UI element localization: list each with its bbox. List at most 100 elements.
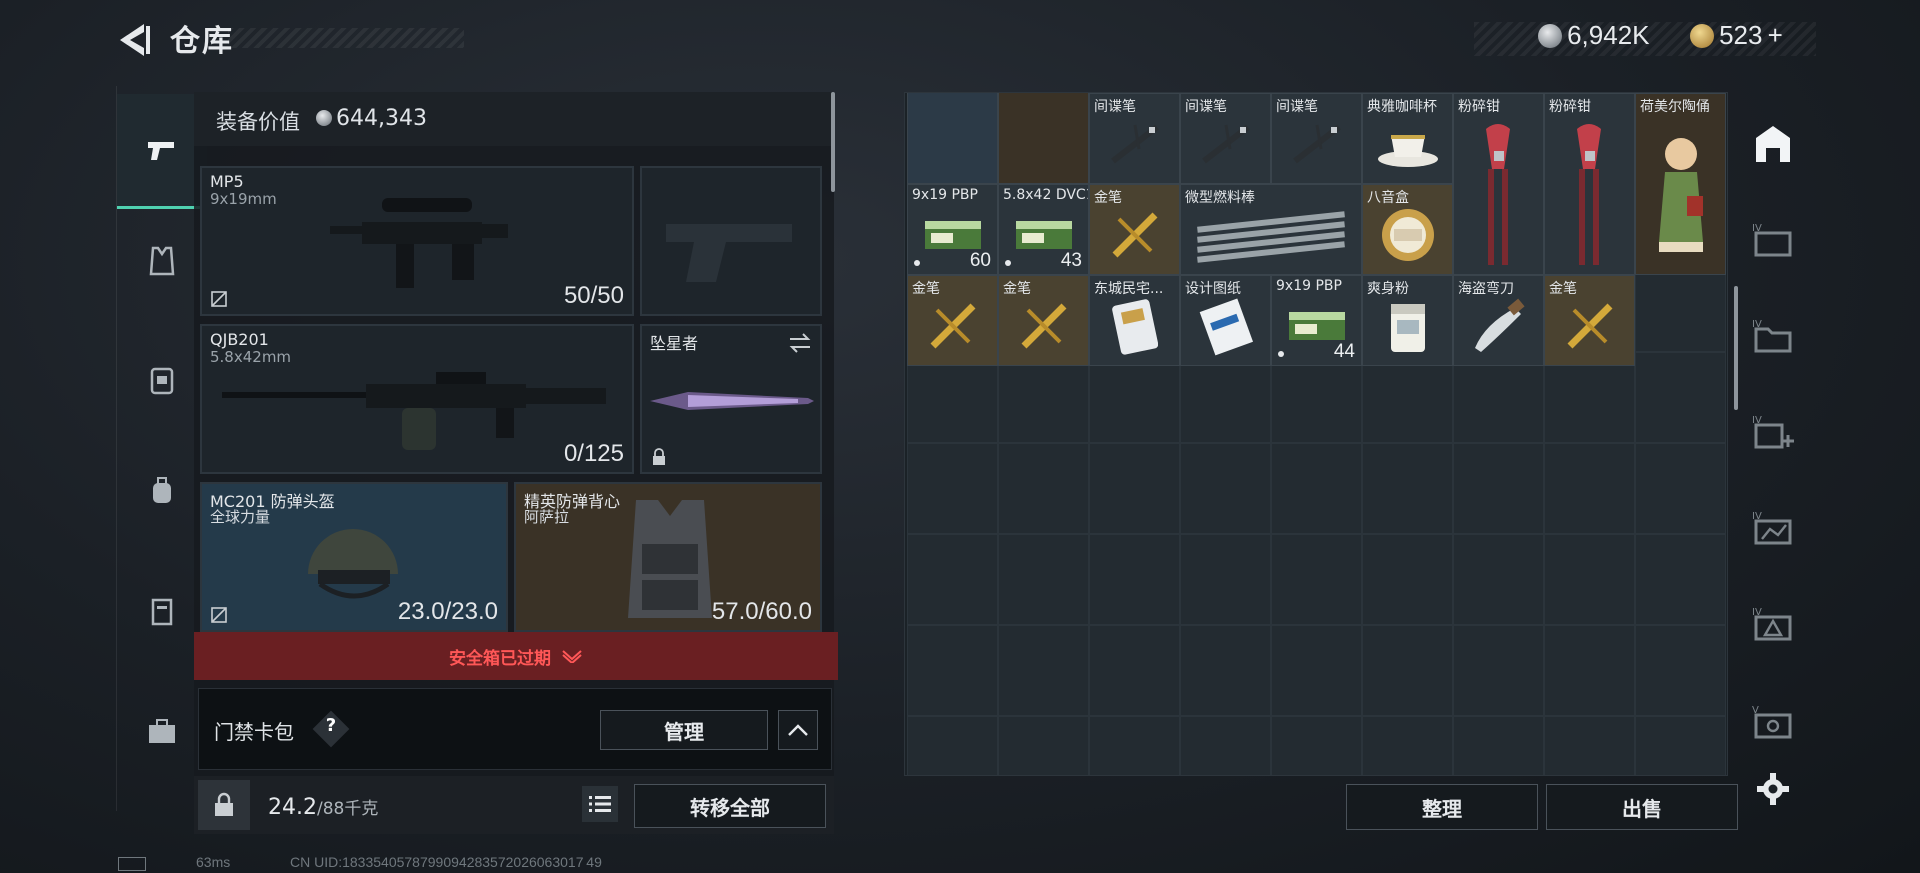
help-icon[interactable]: ? [318,715,344,741]
smg-icon [330,198,508,288]
grid-cell[interactable] [998,443,1089,534]
manage-button[interactable]: 管理 [600,710,768,750]
inventory-item[interactable]: 间谍笔 [1271,93,1362,184]
storage-tab-add[interactable]: IV [1750,410,1796,456]
no-insure-icon [211,607,227,623]
grid-cell[interactable] [998,534,1089,625]
grid-cell[interactable] [1544,716,1635,775]
grid-cell[interactable] [1635,534,1726,625]
item-name: 爽身粉 [1367,281,1409,297]
primary-weapon-slot[interactable]: MP5 9x19mm 50/50 [200,166,634,316]
grid-cell[interactable] [1453,625,1544,716]
storage-chart-icon: IV [1752,511,1792,545]
inventory-item[interactable]: 八音盒 [1362,184,1453,275]
scrollbar[interactable] [831,92,835,192]
inventory-item[interactable]: 海盗弯刀 [1453,275,1544,366]
no-insure-icon [211,291,227,307]
item-name: 9x19 PBP [1276,278,1342,294]
inventory-item[interactable]: 爽身粉 [1362,275,1453,366]
scrollbar[interactable] [1734,286,1738,410]
sell-button[interactable]: 出售 [1546,784,1738,830]
helmet-slot[interactable]: MC201 防弹头盔 全球力量 23.0/23.0 [200,482,508,632]
grid-cell[interactable] [998,716,1089,775]
grid-cell[interactable] [1635,716,1726,775]
inventory-item[interactable]: 间谍笔 [1089,93,1180,184]
carry-weight: 24.2/88千克 [268,794,378,820]
inventory-item[interactable]: 微型燃料棒 [1180,184,1362,275]
back-arrow-icon[interactable] [114,20,154,60]
tidy-button[interactable]: 整理 [1346,784,1538,830]
grid-cell[interactable] [1362,716,1453,775]
settings-button[interactable] [1750,766,1796,812]
grid-cell[interactable] [1362,625,1453,716]
grid-cell[interactable] [1362,443,1453,534]
safe-box-expired-banner[interactable]: 安全箱已过期 [194,632,838,680]
item-name: 微型燃料棒 [1185,190,1255,206]
grid-cell[interactable] [907,534,998,625]
melee-slot[interactable]: 坠星者 [640,324,822,474]
pen-icon [1287,119,1347,173]
grid-cell[interactable] [1362,534,1453,625]
goldpen-icon [1560,298,1620,358]
grid-cell[interactable] [998,625,1089,716]
rods-icon [1191,205,1351,269]
item-name: 八音盒 [1367,190,1409,206]
silver-coin-icon [1538,23,1562,48]
storage-tab-folder[interactable]: IV [1750,314,1796,360]
inventory-item[interactable]: 金笔 [1544,275,1635,366]
item-dot [1005,260,1011,266]
swap-icon[interactable] [788,332,812,354]
storage-tab-triangle[interactable]: IV [1750,602,1796,648]
grid-cell[interactable] [907,625,998,716]
grid-cell[interactable] [1635,352,1726,443]
item-name: 金笔 [1003,281,1031,297]
inventory-item[interactable]: 东城民宅... [1089,275,1180,366]
inventory-item[interactable]: 金笔 [998,275,1089,366]
item-name: 间谍笔 [1185,99,1227,115]
inventory-item[interactable]: 设计图纸 [1180,275,1271,366]
inventory-item[interactable]: 金笔 [907,275,998,366]
warehouse-icon [1756,126,1790,162]
collapse-button[interactable] [778,710,818,750]
grid-cell[interactable] [1544,443,1635,534]
transfer-all-button[interactable]: 转移全部 [634,784,826,828]
silver-coin-icon [316,110,332,126]
inventory-item[interactable]: 金笔 [1089,184,1180,275]
inventory-item[interactable]: 粉碎钳 [1453,93,1544,275]
inventory-item[interactable]: 9x19 PBP 44 [1271,275,1362,366]
list-view-button[interactable] [582,786,618,822]
secondary-weapon-slot[interactable]: QJB201 5.8x42mm 0/125 [200,324,634,474]
grid-cell[interactable] [1453,443,1544,534]
inventory-grid[interactable]: 804786间谍笔间谍笔间谍笔典雅咖啡杯粉碎钳粉碎钳荷美尔陶俑9x19 PBP6… [904,92,1728,776]
grid-cell[interactable] [907,716,998,775]
inventory-item[interactable]: 典雅咖啡杯 [1362,93,1453,184]
inventory-item[interactable]: 9x19 PBP 60 [907,184,998,275]
grid-cell[interactable] [1453,716,1544,775]
grid-cell[interactable] [1635,443,1726,534]
item-count: 44 [1333,341,1355,362]
add-gold-button[interactable]: + [1768,20,1783,50]
item-name: 间谍笔 [1094,99,1136,115]
warehouse-tab[interactable] [1750,120,1796,166]
pistol-slot[interactable] [640,166,822,316]
grid-cell[interactable] [1635,625,1726,716]
inventory-item[interactable]: 荷美尔陶俑 [1635,93,1726,275]
weight-max: /88千克 [316,799,379,819]
inventory-item[interactable] [907,93,998,184]
grid-cell[interactable] [907,443,998,534]
lock-button[interactable] [198,780,250,830]
inventory-item[interactable]: 间谍笔 [1180,93,1271,184]
gold-currency[interactable]: 523 + [1690,20,1783,51]
inventory-item[interactable]: 粉碎钳 [1544,93,1635,275]
case-icon [151,598,173,626]
storage-tab-4[interactable]: IV [1750,218,1796,264]
storage-tab-safe[interactable]: V [1750,700,1796,746]
vest-slot[interactable]: 精英防弹背心 阿萨拉 57.0/60.0 [514,482,822,632]
item-name: 金笔 [1549,281,1577,297]
inventory-item[interactable]: 5.8x42 DVC12 43 [998,184,1089,275]
storage-tab-chart[interactable]: IV [1750,506,1796,552]
grid-cell[interactable] [1544,534,1635,625]
grid-cell[interactable] [1453,534,1544,625]
inventory-item[interactable] [998,93,1089,184]
grid-cell[interactable] [1544,625,1635,716]
